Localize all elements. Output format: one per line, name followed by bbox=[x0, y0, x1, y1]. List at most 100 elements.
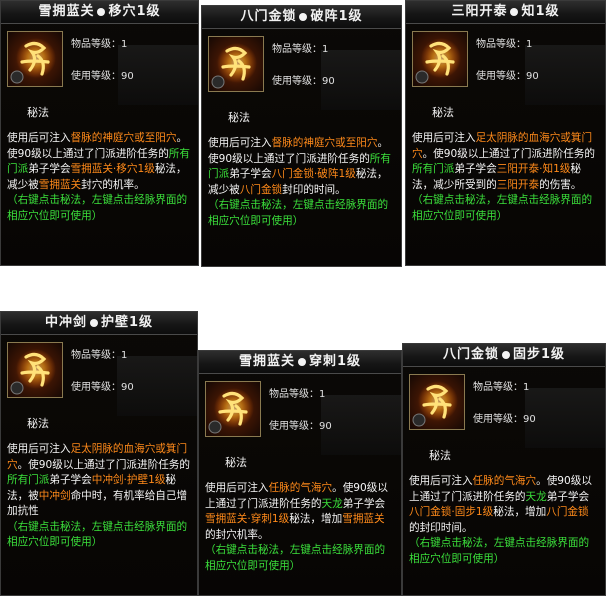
item-level-label: 物品等级： bbox=[269, 389, 319, 400]
category-label: 秘法 bbox=[225, 456, 247, 469]
description-segment: 督脉的神庭穴或至阳穴 bbox=[70, 132, 177, 144]
description-segment: 的封印时间。 bbox=[409, 521, 473, 534]
description-segment: 八门金锁 bbox=[239, 183, 283, 196]
rune-icon[interactable] bbox=[7, 342, 63, 398]
item-level-row: 物品等级：1 bbox=[71, 35, 127, 50]
description-segment: 八门金锁·破阵1级 bbox=[271, 168, 356, 180]
category-label: 秘法 bbox=[228, 111, 250, 124]
use-level-value: 90 bbox=[526, 71, 539, 82]
description-segment: 天龙 bbox=[525, 490, 547, 503]
description-segment: 封穴的机率。 bbox=[81, 178, 145, 191]
usage-hint: （右键点击秘法，左键点击经脉界面的相应穴位即可使用） bbox=[205, 544, 386, 572]
description-segment: 所有门派 bbox=[412, 163, 455, 175]
technique-name: 八门金锁 bbox=[240, 9, 297, 24]
description-segment: 秘法，增加 bbox=[289, 513, 343, 525]
use-level-row: 使用等级：90 bbox=[269, 417, 332, 432]
rune-icon[interactable] bbox=[7, 31, 63, 87]
description-segment: 所有门派 bbox=[7, 474, 50, 486]
description-segment: 中冲剑 bbox=[38, 489, 71, 502]
skill-tooltip: 八门金锁 破阵1级 物品等级：1 使用等级：90 秘法 使用后可注入督脉的神庭穴或… bbox=[201, 5, 402, 267]
skill-tooltip: 三阳开泰 知1级 物品等级：1 使用等级：90 秘法 使用后可注入足太阴脉的血海穴… bbox=[405, 0, 606, 266]
description-segment: 三阳开泰 bbox=[496, 178, 540, 191]
description-segment: 雪拥蓝关·穿刺1级 bbox=[205, 513, 290, 525]
use-level-value: 90 bbox=[322, 76, 335, 87]
item-level-label: 物品等级： bbox=[476, 39, 526, 50]
rune-icon[interactable] bbox=[409, 374, 465, 430]
use-level-label: 使用等级： bbox=[476, 71, 526, 82]
category-label: 秘法 bbox=[27, 106, 49, 119]
description: 使用后可注入任脉的气海穴。使90级以上通过了门派进阶任务的天龙弟子学会八门金锁·… bbox=[409, 474, 599, 567]
description-segment: 天龙 bbox=[321, 497, 343, 510]
use-level-value: 90 bbox=[121, 71, 134, 82]
description: 使用后可注入督脉的神庭穴或至阳穴。使90级以上通过了门派进阶任务的所有门派弟子学… bbox=[208, 136, 395, 229]
use-level-value: 90 bbox=[121, 382, 134, 393]
item-level-row: 物品等级：1 bbox=[272, 40, 328, 55]
description: 使用后可注入足太阴脉的血海穴或箕门穴。使90级以上通过了门派进阶任务的所有门派弟… bbox=[7, 442, 191, 551]
description-segment: 使用后可注入 bbox=[7, 443, 71, 455]
item-level-label: 物品等级： bbox=[272, 44, 322, 55]
description-segment: 弟子学会 bbox=[546, 490, 590, 503]
description: 使用后可注入任脉的气海穴。使90级以上通过了门派进阶任务的天龙弟子学会雪拥蓝关·… bbox=[205, 481, 395, 574]
separator-dot bbox=[510, 7, 519, 16]
item-level-value: 1 bbox=[523, 382, 530, 393]
skill-tooltip: 中冲剑 护壁1级 物品等级：1 使用等级：90 秘法 使用后可注入足太阴脉的血海穴… bbox=[0, 311, 198, 596]
use-level-value: 90 bbox=[523, 414, 536, 425]
description-segment: 秘法，增加 bbox=[493, 506, 547, 518]
tooltip-title: 雪拥蓝关 穿刺1级 bbox=[199, 351, 401, 374]
category-label: 秘法 bbox=[432, 106, 454, 119]
skill-tooltip: 雪拥蓝关 移穴1级 物品等级：1 使用等级：90 秘法 使用后可注入督脉的神庭穴或… bbox=[0, 0, 199, 266]
use-level-value: 90 bbox=[319, 421, 332, 432]
skill-name: 穿刺1级 bbox=[308, 354, 362, 369]
description-segment: 弟子学会 bbox=[342, 497, 386, 510]
tooltip-title: 中冲剑 护壁1级 bbox=[1, 312, 197, 335]
rune-icon[interactable] bbox=[205, 381, 261, 437]
description-segment: 弟子学会 bbox=[49, 474, 92, 486]
technique-name: 三阳开泰 bbox=[451, 4, 508, 19]
rune-icon[interactable] bbox=[208, 36, 264, 92]
use-level-row: 使用等级：90 bbox=[476, 67, 539, 82]
tooltip-title: 三阳开泰 知1级 bbox=[406, 1, 605, 24]
description-segment: 使用后可注入 bbox=[205, 482, 269, 494]
item-level-value: 1 bbox=[526, 39, 533, 50]
description-segment: 使用后可注入 bbox=[208, 137, 272, 149]
use-level-label: 使用等级： bbox=[71, 71, 121, 82]
skill-name: 知1级 bbox=[521, 4, 560, 19]
description: 使用后可注入督脉的神庭穴或至阳穴。使90级以上通过了门派进阶任务的所有门派弟子学… bbox=[7, 131, 192, 224]
item-level-value: 1 bbox=[121, 350, 128, 361]
description-segment: 雪拥蓝关·移穴1级 bbox=[70, 163, 155, 175]
item-level-row: 物品等级：1 bbox=[473, 378, 529, 393]
description-segment: 中冲剑·护壁1级 bbox=[91, 474, 166, 486]
usage-hint: （右键点击秘法，左键点击经脉界面的相应穴位即可使用） bbox=[7, 520, 188, 549]
item-level-label: 物品等级： bbox=[473, 382, 523, 393]
skill-name: 固步1级 bbox=[512, 347, 566, 362]
description: 使用后可注入足太阴脉的血海穴或箕门穴。使90级以上通过了门派进阶任务的所有门派弟… bbox=[412, 131, 599, 224]
item-level-label: 物品等级： bbox=[71, 39, 121, 50]
item-level-value: 1 bbox=[121, 39, 128, 50]
use-level-label: 使用等级： bbox=[71, 382, 121, 393]
item-level-row: 物品等级：1 bbox=[269, 385, 325, 400]
tooltip-title: 雪拥蓝关 移穴1级 bbox=[1, 1, 198, 24]
usage-hint: （右键点击秘法，左键点击经脉界面的相应穴位即可使用） bbox=[412, 194, 593, 222]
usage-hint: （右键点击秘法，左键点击经脉界面的相应穴位即可使用） bbox=[208, 199, 389, 227]
tooltip-title: 八门金锁 破阵1级 bbox=[202, 6, 401, 29]
description-segment: 雪拥蓝关 bbox=[38, 178, 82, 191]
tooltip-title: 八门金锁 固步1级 bbox=[403, 344, 605, 367]
item-level-label: 物品等级： bbox=[71, 350, 121, 361]
description-segment: 使用后可注入 bbox=[409, 475, 473, 487]
description-segment: 督脉的神庭穴或至阳穴 bbox=[271, 137, 378, 149]
skill-tooltip: 雪拥蓝关 穿刺1级 物品等级：1 使用等级：90 秘法 使用后可注入任脉的气海穴。… bbox=[198, 350, 402, 596]
skill-name: 移穴1级 bbox=[108, 4, 161, 19]
use-level-row: 使用等级：90 bbox=[473, 410, 536, 425]
category-label: 秘法 bbox=[27, 417, 49, 430]
description-segment: 弟子学会 bbox=[454, 163, 497, 175]
item-level-row: 物品等级：1 bbox=[71, 346, 127, 361]
description-segment: 任脉的气海穴 bbox=[472, 475, 537, 487]
description-segment: 的封穴机率。 bbox=[205, 528, 269, 541]
separator-dot bbox=[501, 350, 510, 359]
background-inventory-panel bbox=[525, 388, 605, 448]
description-segment: 八门金锁·固步1级 bbox=[409, 506, 494, 518]
description-segment: 封印的时间。 bbox=[282, 183, 346, 196]
description-segment: 弟子学会 bbox=[229, 168, 272, 180]
rune-icon[interactable] bbox=[412, 31, 468, 87]
skill-name: 护壁1级 bbox=[100, 315, 154, 330]
